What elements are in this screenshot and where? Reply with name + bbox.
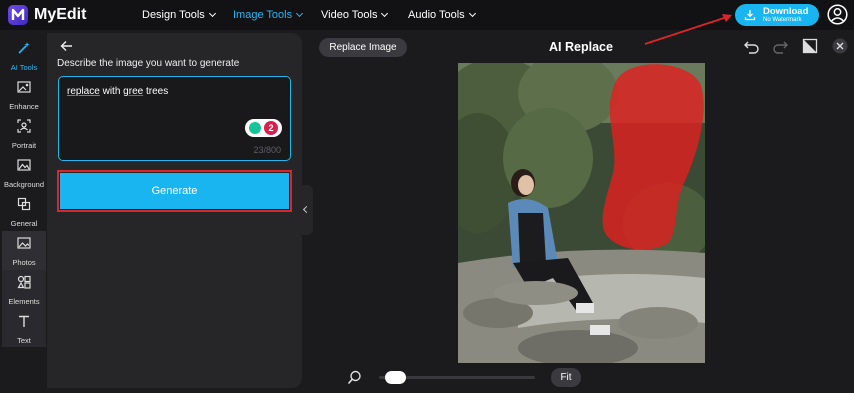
nav-design-tools[interactable]: Design Tools	[142, 9, 216, 21]
rail-item-background[interactable]: Background	[2, 153, 46, 192]
nav-audio-tools[interactable]: Audio Tools	[408, 9, 476, 21]
rail-label: Text	[17, 336, 31, 345]
prompt-label: Describe the image you want to generate	[57, 58, 240, 69]
grammarly-count: 2	[264, 121, 278, 135]
nav-label: Audio Tools	[408, 9, 465, 21]
myedit-logo-icon[interactable]	[8, 5, 28, 25]
app-name[interactable]: MyEdit	[34, 6, 86, 24]
nav-label: Design Tools	[142, 9, 205, 21]
rail-label: Enhance	[9, 102, 39, 111]
ai-replace-panel: Describe the image you want to generate …	[47, 33, 302, 388]
grammarly-widget[interactable]: 2	[245, 119, 282, 137]
rail-label: Elements	[8, 297, 40, 306]
photo-content	[458, 63, 705, 363]
nav-label: Video Tools	[321, 9, 378, 21]
nav-label: Image Tools	[233, 9, 293, 21]
photos-icon	[17, 237, 31, 249]
rail-item-ai-tools[interactable]: AI Tools	[2, 36, 46, 75]
rail-item-general[interactable]: General	[2, 192, 46, 231]
edited-photo[interactable]	[458, 63, 705, 363]
chevron-down-icon	[208, 9, 216, 18]
prompt-word: gree	[123, 86, 144, 97]
prompt-word: with	[102, 86, 121, 97]
enhance-icon	[17, 81, 31, 93]
grammarly-icon	[249, 122, 261, 134]
chevron-down-icon	[296, 9, 304, 18]
rail-label: AI Tools	[10, 63, 38, 72]
text-icon	[19, 315, 29, 327]
crop-icon	[17, 197, 31, 211]
prompt-word: trees	[145, 86, 169, 97]
back-arrow-icon[interactable]	[60, 40, 73, 52]
prompt-word: replace	[67, 86, 100, 97]
chevron-left-icon	[302, 205, 311, 214]
undo-icon[interactable]	[743, 38, 760, 55]
collapse-panel-handle[interactable]	[301, 185, 313, 235]
rail-label: General	[10, 219, 38, 228]
redo-icon[interactable]	[772, 38, 789, 55]
compare-icon[interactable]	[802, 38, 818, 54]
download-title: Download	[763, 6, 809, 17]
nav-video-tools[interactable]: Video Tools	[321, 9, 389, 21]
tool-rail: AI Tools Enhance Portrait Background Gen…	[2, 36, 46, 346]
download-subtitle: No Watermark	[763, 17, 802, 23]
prompt-text: replace with gree trees	[67, 86, 168, 97]
portrait-icon	[17, 119, 31, 133]
rail-item-text[interactable]: Text	[2, 309, 46, 348]
background-icon	[17, 159, 31, 171]
rail-item-elements[interactable]: Elements	[2, 270, 46, 309]
replace-image-button[interactable]: Replace Image	[319, 38, 407, 57]
user-avatar-icon[interactable]	[827, 4, 848, 25]
close-icon[interactable]	[832, 38, 848, 54]
chevron-down-icon	[381, 9, 389, 18]
elements-icon	[17, 275, 31, 289]
page-title: AI Replace	[549, 40, 613, 54]
download-icon	[744, 10, 756, 21]
magic-wand-icon	[18, 42, 30, 54]
rail-label: Portrait	[11, 141, 37, 150]
rail-label: Background	[3, 180, 45, 189]
chevron-down-icon	[468, 9, 476, 18]
zoom-icon[interactable]	[347, 370, 362, 385]
zoom-slider-thumb[interactable]	[384, 371, 406, 384]
prompt-textarea[interactable]: replace with gree trees 2 23/800	[58, 76, 291, 161]
rail-item-portrait[interactable]: Portrait	[2, 114, 46, 153]
generate-button[interactable]: Generate	[60, 173, 289, 209]
char-count: 23/800	[253, 145, 281, 155]
rail-item-photos[interactable]: Photos	[2, 231, 46, 270]
fit-button[interactable]: Fit	[551, 368, 581, 387]
rail-label: Photos	[12, 258, 36, 267]
rail-item-enhance[interactable]: Enhance	[2, 75, 46, 114]
nav-image-tools[interactable]: Image Tools	[233, 9, 304, 21]
download-button[interactable]: Download No Watermark	[735, 4, 819, 26]
